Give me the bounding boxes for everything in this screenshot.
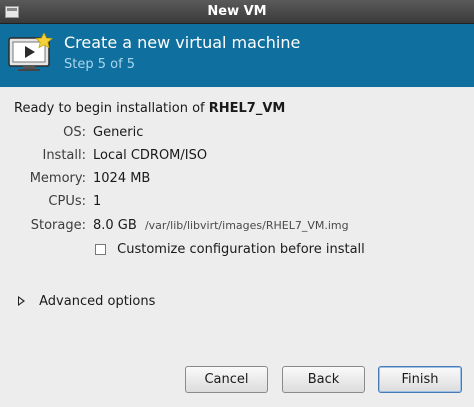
storage-value-wrap: 8.0 GB /var/lib/libvirt/images/RHEL7_VM.… [93,218,349,233]
advanced-options-label[interactable]: Advanced options [39,294,155,309]
os-label: OS: [63,125,86,140]
wizard-header: Create a new virtual machine Step 5 of 5 [0,24,474,87]
advanced-options-expander[interactable]: Advanced options [18,294,155,309]
cpus-label: CPUs: [48,194,86,209]
install-value: Local CDROM/ISO [93,148,208,163]
window-titlebar[interactable]: New VM [0,0,474,24]
ready-prefix: Ready to begin installation of [14,101,205,116]
customize-option[interactable]: Customize configuration before install [95,242,365,257]
storage-path: /var/lib/libvirt/images/RHEL7_VM.img [144,219,349,232]
wizard-title: Create a new virtual machine [64,33,301,52]
memory-value: 1024 MB [93,171,151,186]
storage-size: 8.0 GB [93,218,137,233]
window-title: New VM [207,4,267,19]
install-label: Install: [42,148,86,163]
expander-right-icon[interactable] [18,296,25,306]
back-button[interactable]: Back [282,366,365,393]
customize-checkbox[interactable] [95,244,106,255]
os-value: Generic [93,125,144,140]
cpus-value: 1 [93,194,102,209]
memory-label: Memory: [29,171,86,186]
customize-label[interactable]: Customize configuration before install [117,242,365,257]
ready-text: Ready to begin installation of RHEL7_VM [14,101,285,116]
storage-label: Storage: [30,218,86,233]
wizard-step: Step 5 of 5 [64,57,136,72]
finish-button[interactable]: Finish [378,366,462,393]
cancel-button[interactable]: Cancel [185,366,268,393]
virtual-machine-icon [8,32,54,73]
vm-name: RHEL7_VM [208,101,286,116]
